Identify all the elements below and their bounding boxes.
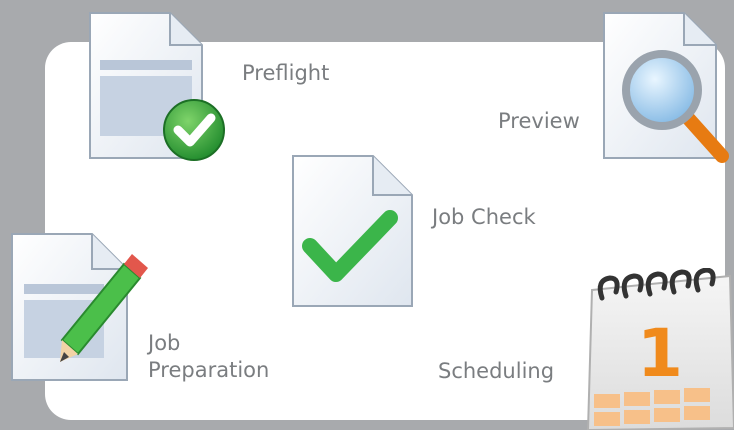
preview-document-magnifier-icon xyxy=(603,12,729,163)
preview-label: Preview xyxy=(498,109,580,133)
job-preparation-label-line1: Job xyxy=(148,331,181,355)
preflight-document-check-icon xyxy=(89,12,225,161)
feature-diagram: Preflight Preview Job Check Job Preparat… xyxy=(0,0,734,430)
job-check-document-check-icon xyxy=(292,155,413,307)
job-preparation-label-line2: Preparation xyxy=(148,358,270,382)
scheduling-calendar-icon: 1 xyxy=(586,268,734,430)
job-check-label: Job Check xyxy=(432,205,536,229)
calendar-day-number: 1 xyxy=(637,315,683,392)
job-preparation-document-pencil-icon xyxy=(11,233,148,381)
scheduling-label: Scheduling xyxy=(438,359,555,383)
preflight-label: Preflight xyxy=(242,61,330,85)
